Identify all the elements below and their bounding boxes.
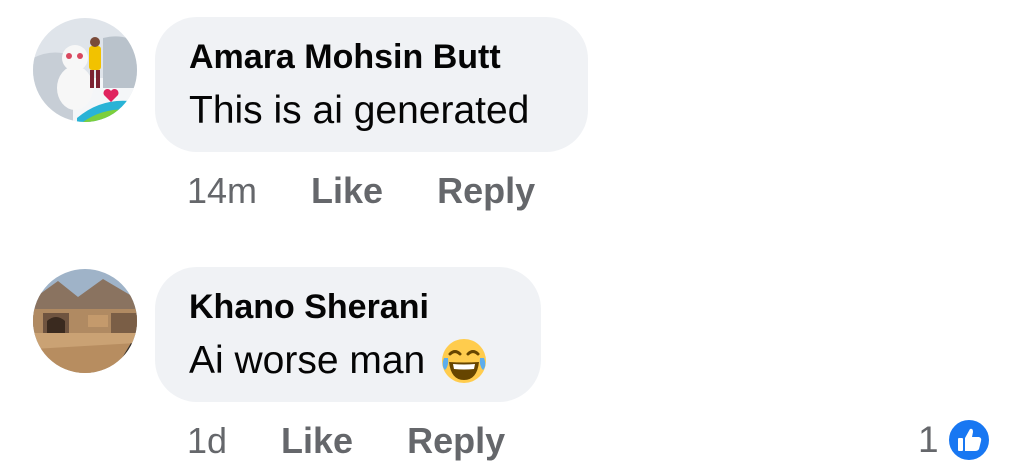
comment-timestamp[interactable]: 1d — [187, 420, 227, 462]
avatar-photo-icon — [33, 269, 137, 373]
reply-button[interactable]: Reply — [407, 420, 505, 462]
comment-text: This is ai generated — [189, 85, 554, 137]
comment-actions: 14m Like Reply — [187, 170, 535, 212]
like-thumbs-up-icon — [946, 418, 991, 462]
comment-actions: 1d Like Reply — [187, 420, 505, 462]
avatar[interactable] — [33, 18, 137, 122]
like-button[interactable]: Like — [311, 170, 383, 212]
comment-timestamp[interactable]: 14m — [187, 170, 257, 212]
reaction-summary[interactable]: 1 — [918, 418, 991, 462]
comment-text-content: Ai worse man — [189, 339, 426, 382]
comment-text: Ai worse man — [189, 335, 507, 387]
like-button[interactable]: Like — [281, 420, 353, 462]
comment-bubble: Khano Sherani Ai worse man — [155, 267, 541, 402]
reaction-count: 1 — [918, 419, 939, 460]
comment-author[interactable]: Khano Sherani — [189, 287, 507, 327]
avatar-photo-icon — [33, 18, 137, 122]
comment-text-content: This is ai generated — [189, 89, 530, 132]
face-with-tears-of-joy-icon — [442, 339, 487, 383]
comment-bubble: Amara Mohsin Butt This is ai generated — [155, 17, 588, 152]
comment-author[interactable]: Amara Mohsin Butt — [189, 37, 554, 77]
reply-button[interactable]: Reply — [437, 170, 535, 212]
avatar[interactable] — [33, 269, 137, 373]
